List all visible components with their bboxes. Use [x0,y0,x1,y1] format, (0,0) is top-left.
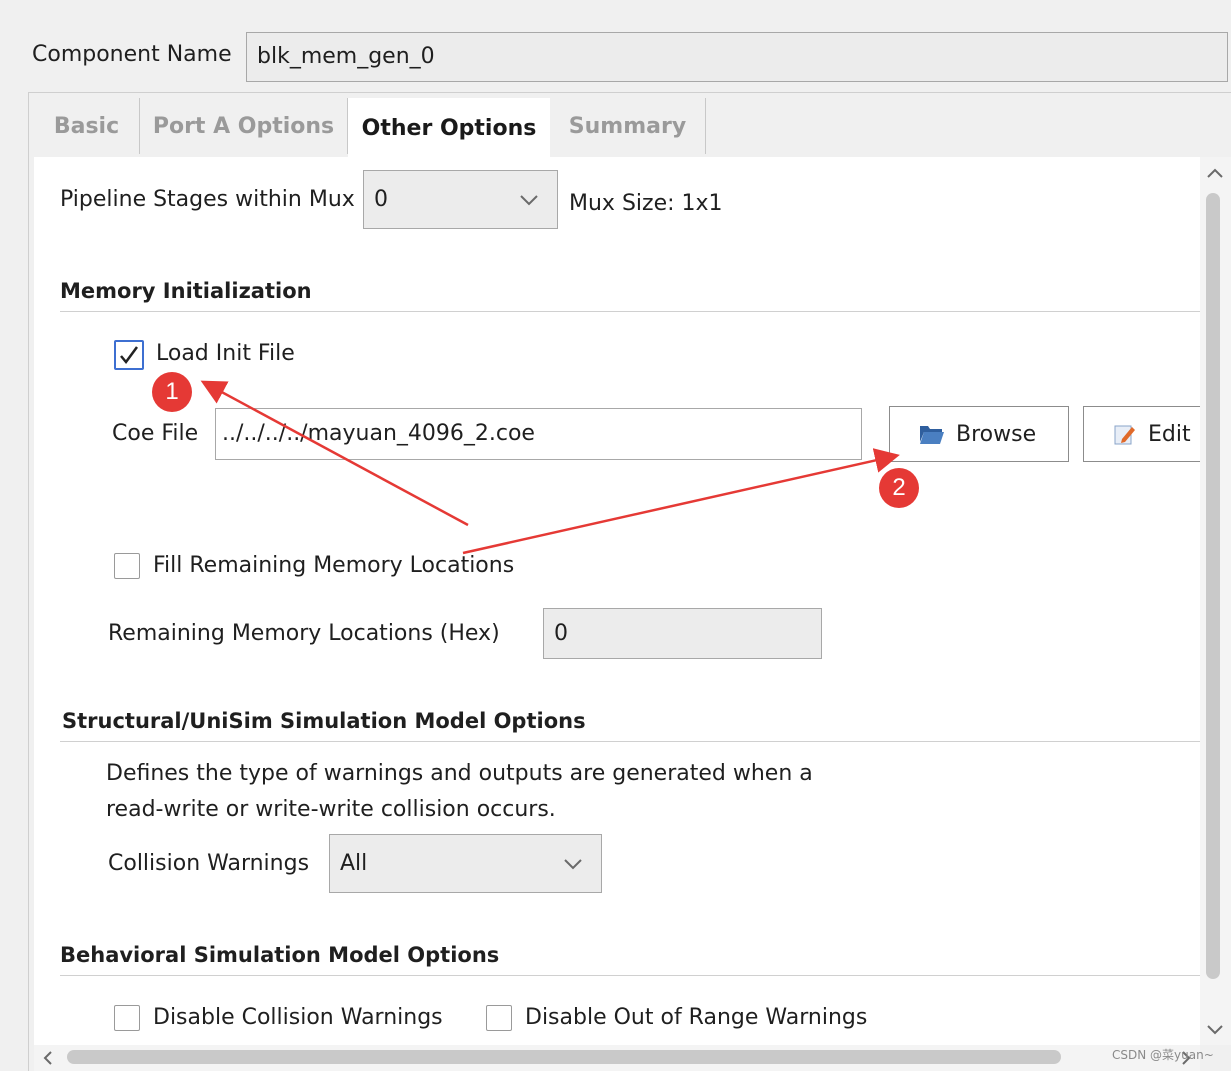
load-init-file-checkbox[interactable] [114,340,144,370]
structural-desc-line2: read-write or write-write collision occu… [106,797,556,822]
browse-label: Browse [956,421,1037,447]
tab-other-options[interactable]: Other Options [348,98,550,158]
annotation-marker-1: 1 [152,372,192,412]
memory-init-divider [60,311,1200,312]
annotation-marker-2: 2 [879,468,919,508]
tab-basic-label: Basic [53,113,120,139]
collision-warnings-select[interactable]: All [329,834,602,893]
remaining-locations-value: 0 [554,620,568,646]
scroll-left-icon[interactable] [36,1045,60,1071]
component-name-value: blk_mem_gen_0 [257,44,435,69]
vertical-scrollbar[interactable] [1200,157,1231,1045]
horizontal-scrollbar[interactable] [34,1045,1200,1071]
check-icon [120,346,139,365]
disable-out-of-range-label: Disable Out of Range Warnings [525,1005,868,1030]
chevron-down-icon [564,858,582,869]
chevron-down-icon [520,194,538,205]
memory-init-title: Memory Initialization [60,279,312,303]
collision-warnings-value: All [340,850,368,876]
behavioral-divider [60,975,1200,976]
disable-out-of-range-checkbox[interactable] [486,1005,512,1031]
mux-size-label: Mux Size: 1x1 [569,191,723,216]
tab-other-options-label: Other Options [361,115,537,141]
edit-button[interactable]: Edit [1083,406,1200,462]
tab-basic[interactable]: Basic [34,98,140,154]
tab-summary-label: Summary [568,113,687,139]
structural-divider [60,741,1200,742]
behavioral-title: Behavioral Simulation Model Options [60,943,500,967]
component-name-label: Component Name [32,42,232,67]
pipeline-stages-value: 0 [374,186,388,212]
remaining-locations-label: Remaining Memory Locations (Hex) [108,621,500,646]
pipeline-stages-select[interactable]: 0 [363,170,558,229]
disable-collision-checkbox[interactable] [114,1005,140,1031]
scroll-up-icon[interactable] [1200,161,1231,185]
folder-open-icon [920,426,944,444]
collision-warnings-label: Collision Warnings [108,851,310,876]
edit-icon [1114,425,1135,445]
load-init-file-label: Load Init File [156,341,295,366]
edit-label: Edit [1148,421,1191,447]
coe-file-label: Coe File [112,421,199,446]
structural-title: Structural/UniSim Simulation Model Optio… [62,709,586,733]
tab-port-a-label: Port A Options [152,113,335,139]
component-name-input[interactable]: blk_mem_gen_0 [246,32,1228,82]
structural-desc-line1: Defines the type of warnings and outputs… [106,761,813,786]
vertical-scroll-thumb[interactable] [1206,193,1220,979]
watermark-text: CSDN @菜yuan~ [1112,1048,1214,1062]
scroll-down-icon[interactable] [1200,1017,1231,1041]
horizontal-scroll-thumb[interactable] [67,1050,1061,1064]
browse-button[interactable]: Browse [889,406,1069,462]
fill-remaining-checkbox[interactable] [114,553,140,579]
disable-collision-label: Disable Collision Warnings [153,1005,443,1030]
tab-summary[interactable]: Summary [550,98,706,154]
coe-file-value: ../../../../mayuan_4096_2.coe [222,421,535,446]
tab-port-a-options[interactable]: Port A Options [140,98,348,154]
coe-file-input[interactable]: ../../../../mayuan_4096_2.coe [215,408,862,460]
pipeline-label: Pipeline Stages within Mux [60,187,355,212]
remaining-locations-input[interactable]: 0 [543,608,822,659]
fill-remaining-label: Fill Remaining Memory Locations [153,553,515,578]
